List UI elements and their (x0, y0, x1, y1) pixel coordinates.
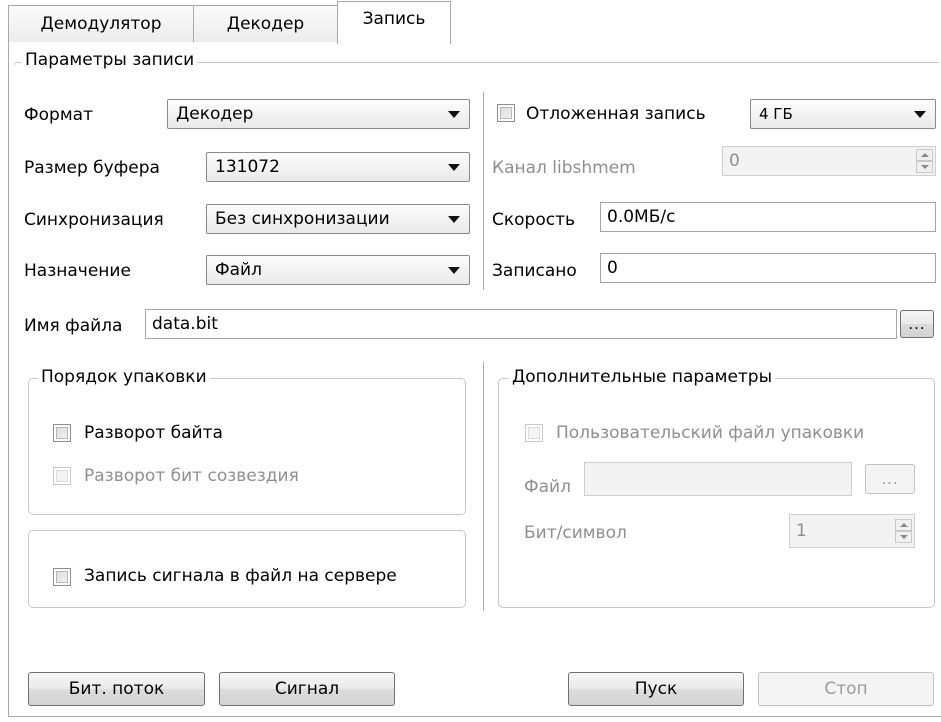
delayed-record-checkbox[interactable] (497, 104, 515, 122)
chevron-down-icon (448, 164, 460, 171)
bits-per-symbol-spinbox[interactable]: 1 (789, 514, 915, 548)
chevron-down-icon (448, 267, 460, 274)
written-label: Записано (492, 261, 577, 281)
spin-buttons[interactable] (916, 149, 933, 173)
tab-demodulator-label: Демодулятор (40, 14, 162, 34)
speed-label: Скорость (492, 210, 575, 230)
start-button[interactable]: Пуск (568, 672, 744, 706)
tab-record-label: Запись (362, 8, 426, 29)
packing-group (28, 378, 466, 515)
spin-up-icon[interactable] (916, 149, 933, 161)
bits-per-symbol-value: 1 (796, 520, 807, 541)
tab-decoder[interactable]: Декодер (193, 5, 338, 43)
sync-combo[interactable]: Без синхронизации (206, 204, 470, 234)
delayed-size-combo[interactable]: 4 ГБ (750, 99, 936, 129)
channel-label: Канал libshmem (492, 158, 636, 178)
delayed-record-label: Отложенная запись (526, 104, 706, 124)
written-field[interactable]: 0 (600, 253, 936, 283)
packing-title: Порядок упаковки (38, 369, 210, 386)
sync-label: Синхронизация (24, 210, 164, 230)
speed-value: 0.0МБ/с (607, 206, 676, 227)
format-combo[interactable]: Декодер (167, 99, 470, 129)
format-label: Формат (24, 105, 93, 125)
column-separator (483, 92, 484, 290)
record-params-title: Параметры записи (22, 52, 198, 69)
custom-packing-label: Пользовательский файл упаковки (556, 423, 865, 443)
destination-label: Назначение (24, 261, 131, 281)
bits-per-symbol-label: Бит/символ (524, 523, 627, 543)
server-record-label: Запись сигнала в файл на сервере (84, 566, 397, 586)
buffer-combo[interactable]: 131072 (206, 152, 470, 182)
filename-field[interactable]: data.bit (145, 309, 897, 339)
filename-label: Имя файла (24, 316, 123, 336)
constellation-reverse-label: Разворот бит созвездия (84, 466, 299, 486)
stop-button[interactable]: Стоп (758, 672, 934, 706)
byte-reverse-checkbox[interactable] (53, 424, 71, 442)
extra-file-field[interactable] (584, 462, 852, 496)
server-record-checkbox[interactable] (53, 568, 71, 586)
bitstream-button[interactable]: Бит. поток (28, 672, 205, 706)
bitstream-label: Бит. поток (68, 678, 165, 699)
destination-value: Файл (215, 259, 262, 280)
speed-field[interactable]: 0.0МБ/с (600, 202, 936, 232)
spin-buttons[interactable] (895, 519, 912, 543)
byte-reverse-label: Разворот байта (84, 423, 223, 443)
tab-record[interactable]: Запись (337, 1, 451, 44)
custom-packing-checkbox[interactable] (525, 424, 543, 442)
written-value: 0 (607, 257, 618, 278)
chevron-down-icon (448, 216, 460, 223)
chevron-down-icon (448, 111, 460, 118)
stop-label: Стоп (824, 678, 868, 699)
signal-button[interactable]: Сигнал (219, 672, 395, 706)
buffer-value: 131072 (215, 156, 280, 177)
spin-up-icon[interactable] (895, 519, 912, 531)
browse-label: ... (908, 314, 926, 333)
extra-file-label: Файл (524, 477, 571, 497)
filename-value: data.bit (152, 313, 218, 334)
tab-demodulator[interactable]: Демодулятор (8, 5, 194, 43)
signal-label: Сигнал (274, 678, 340, 699)
extra-params-title: Дополнительные параметры (509, 369, 776, 386)
lower-separator (483, 362, 484, 611)
extra-file-browse-button[interactable]: ... (865, 464, 915, 494)
destination-combo[interactable]: Файл (206, 255, 470, 285)
channel-value: 0 (729, 150, 740, 171)
extra-file-browse-label: ... (881, 469, 899, 488)
chevron-down-icon (914, 111, 926, 118)
channel-spinbox[interactable]: 0 (722, 146, 936, 176)
constellation-reverse-checkbox[interactable] (53, 467, 71, 485)
delayed-size-value: 4 ГБ (759, 104, 793, 123)
spin-down-icon[interactable] (895, 531, 912, 543)
buffer-label: Размер буфера (24, 158, 160, 178)
format-value: Декодер (176, 103, 254, 124)
start-label: Пуск (634, 678, 678, 699)
sync-value: Без синхронизации (215, 208, 390, 229)
browse-button[interactable]: ... (900, 310, 934, 338)
tab-decoder-label: Декодер (226, 14, 305, 34)
spin-down-icon[interactable] (916, 161, 933, 173)
